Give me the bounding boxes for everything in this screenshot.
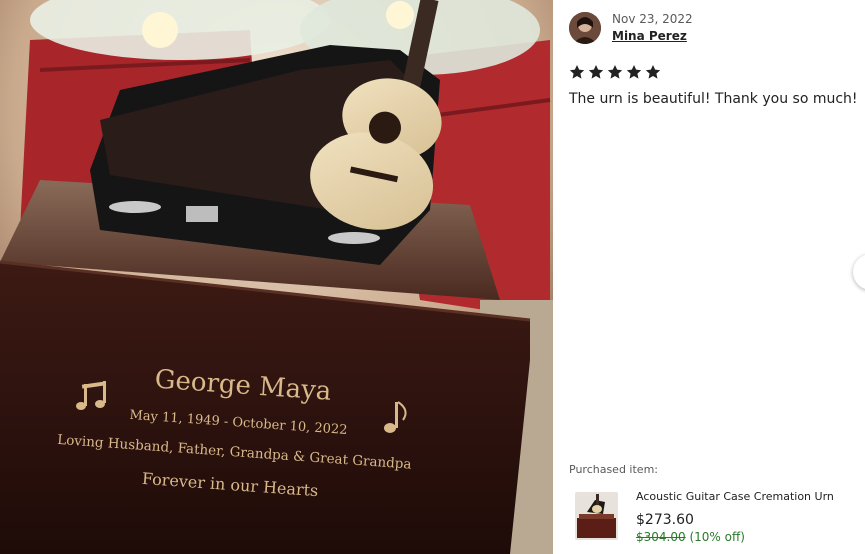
star-rating <box>569 64 661 80</box>
star-icon <box>645 65 661 79</box>
reviewer-name-link[interactable]: Mina Perez <box>612 29 687 43</box>
star-icon <box>626 65 642 79</box>
price-details: $304.00 (10% off) <box>636 530 745 544</box>
chevron-right-icon <box>853 254 865 290</box>
reviewer-avatar[interactable] <box>569 12 601 44</box>
star-icon <box>569 65 585 79</box>
purchased-item-title-link[interactable]: Acoustic Guitar Case Cremation Urn <box>636 490 834 503</box>
sale-price: $273.60 <box>636 512 694 528</box>
purchased-item-thumbnail[interactable] <box>575 492 618 540</box>
review-photo[interactable]: George Maya May 11, 1949 - October 10, 2… <box>0 0 553 554</box>
review-date: Nov 23, 2022 <box>612 12 693 26</box>
next-review-button[interactable] <box>853 254 865 290</box>
discount-badge: (10% off) <box>689 530 745 544</box>
purchased-item-label: Purchased item: <box>569 463 658 476</box>
star-icon <box>588 65 604 79</box>
original-price: $304.00 <box>636 530 686 544</box>
review-text: The urn is beautiful! Thank you so much! <box>569 91 858 107</box>
review-panel: Nov 23, 2022 Mina Perez The urn is beaut… <box>553 0 865 554</box>
star-icon <box>607 65 623 79</box>
